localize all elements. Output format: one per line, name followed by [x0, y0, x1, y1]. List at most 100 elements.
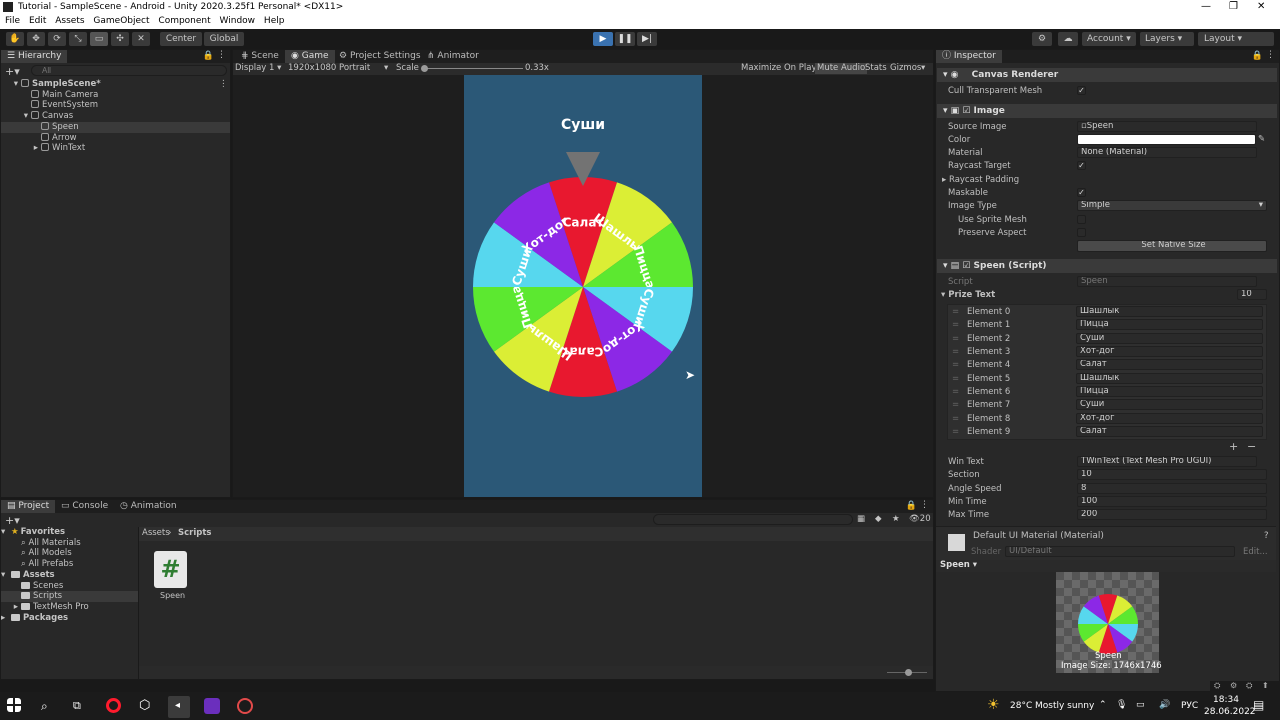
volume-icon[interactable]: 🔊: [1159, 700, 1170, 710]
help-icon[interactable]: ?: [1264, 531, 1269, 541]
element-value-field[interactable]: Салат: [1076, 426, 1263, 438]
project-tree-item[interactable]: ⌕ All Prefabs: [1, 559, 138, 570]
menu-gameobject[interactable]: GameObject: [93, 16, 149, 26]
move-tool-icon[interactable]: ✥: [27, 32, 45, 46]
drag-handle-icon[interactable]: =: [952, 360, 959, 370]
material-field[interactable]: None (Material): [1077, 147, 1257, 158]
panel-menu-icon[interactable]: ⋮: [920, 500, 929, 510]
maximize-on-play-toggle[interactable]: Maximize On Play: [741, 63, 816, 74]
breadcrumb-scripts[interactable]: Scripts: [178, 528, 211, 539]
menu-edit[interactable]: Edit: [29, 16, 46, 26]
add-icon[interactable]: +▾: [5, 65, 20, 78]
element-value-field[interactable]: Салат: [1076, 359, 1263, 371]
element-value-field[interactable]: Шашлык: [1076, 372, 1263, 384]
filter-type-icon[interactable]: ▦: [857, 514, 865, 525]
layers-dropdown[interactable]: Layers ▾: [1140, 32, 1194, 46]
foldout-icon[interactable]: ▸: [1, 143, 41, 154]
project-tree-item[interactable]: Scenes: [1, 581, 138, 592]
windows-start-icon[interactable]: [7, 698, 21, 712]
canvas-renderer-header[interactable]: ▾ ◉ Canvas Renderer: [937, 68, 1277, 82]
win-text-field[interactable]: TWinText (Text Mesh Pro UGUI): [1077, 456, 1257, 467]
gizmos-toggle[interactable]: Gizmos: [890, 63, 921, 74]
lock-icon[interactable]: 🔒: [1252, 51, 1263, 61]
project-tree-item[interactable]: ⌕ All Models: [1, 548, 138, 559]
speen-script-header[interactable]: ▾ ▤ ☑ Speen (Script): [937, 259, 1277, 273]
menu-assets[interactable]: Assets: [55, 16, 84, 26]
remove-element-button[interactable]: −: [1247, 440, 1256, 453]
foldout-icon[interactable]: ▾: [1, 79, 21, 90]
hierarchy-search-input[interactable]: [31, 65, 227, 76]
tab-project-settings[interactable]: ⚙ Project Settings: [333, 50, 427, 63]
drag-handle-icon[interactable]: =: [952, 414, 959, 424]
drag-handle-icon[interactable]: =: [952, 374, 959, 384]
tab-inspector[interactable]: ⓘ Inspector: [936, 50, 1002, 63]
element-value-field[interactable]: Пицца: [1076, 319, 1263, 331]
foldout-icon[interactable]: ▾: [1, 111, 31, 122]
source-image-field[interactable]: ▫Speen: [1077, 121, 1257, 132]
edit-shader-button[interactable]: Edit...: [1243, 547, 1268, 557]
hierarchy-item[interactable]: Speen: [1, 121, 230, 133]
pivot-center-toggle[interactable]: Center: [160, 32, 202, 46]
global-toggle[interactable]: Global: [204, 32, 244, 46]
project-search-input[interactable]: [653, 514, 853, 525]
chevron-down-icon[interactable]: ▾: [921, 63, 925, 74]
cull-transparent-mesh-checkbox[interactable]: ✓: [1077, 86, 1086, 95]
mute-audio-toggle[interactable]: Mute Audio: [815, 63, 868, 74]
element-value-field[interactable]: Пицца: [1076, 386, 1263, 398]
clock-date[interactable]: 28.06.2022: [1204, 707, 1256, 717]
icon-size-slider-handle[interactable]: [905, 669, 912, 676]
foldout-icon[interactable]: ▾: [943, 261, 948, 271]
task-view-icon[interactable]: ⧉: [73, 699, 81, 713]
unity-hub-icon[interactable]: ⬡: [139, 698, 150, 713]
project-tree-item[interactable]: Scripts: [1, 591, 138, 603]
language-indicator[interactable]: РУС: [1181, 701, 1198, 711]
unity-editor-taskbar[interactable]: ◂: [168, 696, 190, 718]
set-native-size-button[interactable]: Set Native Size: [1077, 240, 1267, 252]
raycast-padding-foldout[interactable]: ▸ Raycast Padding: [942, 175, 1019, 185]
foldout-icon[interactable]: ▸: [1, 602, 21, 613]
max-time-field[interactable]: 200: [1077, 509, 1267, 520]
panel-menu-icon[interactable]: ⋮: [1266, 50, 1275, 60]
account-dropdown[interactable]: Account ▾: [1082, 32, 1136, 46]
progress-icon[interactable]: ⚙: [1230, 681, 1237, 690]
hierarchy-item[interactable]: ▾ SampleScene*: [1, 79, 230, 90]
services-icon[interactable]: ⚙: [1032, 32, 1052, 46]
hierarchy-item[interactable]: ▾ Canvas: [1, 111, 230, 122]
element-value-field[interactable]: Хот-дог: [1076, 346, 1263, 358]
foldout-icon[interactable]: ▾: [943, 106, 948, 116]
opera-icon[interactable]: [106, 698, 121, 713]
custom-tool-icon[interactable]: ✕: [132, 32, 150, 46]
hidden-packages-count[interactable]: 👁20: [909, 514, 931, 525]
visual-studio-icon[interactable]: [204, 698, 220, 714]
csharp-script-icon[interactable]: #: [154, 551, 187, 588]
preview-dropdown[interactable]: Speen ▾: [940, 560, 977, 570]
preserve-aspect-checkbox[interactable]: [1077, 228, 1086, 237]
section-field[interactable]: 10: [1077, 469, 1267, 480]
collab-icon[interactable]: ⛭: [1214, 681, 1220, 691]
cloud-icon[interactable]: ☁: [1058, 32, 1078, 46]
foldout-icon[interactable]: ▾: [1, 570, 11, 581]
tray-chevron-icon[interactable]: ⌃: [1099, 700, 1107, 710]
eyedropper-icon[interactable]: ✎: [1258, 134, 1265, 144]
asset-speen-label[interactable]: Speen: [160, 590, 185, 601]
transform-tool-icon[interactable]: ✣: [111, 32, 129, 46]
hierarchy-item[interactable]: Main Camera: [1, 89, 230, 101]
tab-hierarchy[interactable]: ☰ Hierarchy: [1, 50, 68, 63]
network-icon[interactable]: ▭: [1136, 700, 1145, 710]
hand-tool-icon[interactable]: ✋: [6, 32, 24, 46]
maskable-checkbox[interactable]: ✓: [1077, 188, 1086, 197]
raycast-target-checkbox[interactable]: ✓: [1077, 161, 1086, 170]
minimize-icon[interactable]: —: [1201, 1, 1211, 12]
tab-animator[interactable]: ⋔ Animator: [421, 50, 485, 63]
image-enabled-checkbox[interactable]: ☑: [962, 106, 970, 116]
project-tree-item[interactable]: ▸ Packages: [1, 613, 138, 624]
layout-dropdown[interactable]: Layout ▾: [1198, 32, 1274, 46]
maximize-icon[interactable]: ❐: [1229, 1, 1238, 12]
scale-slider-handle[interactable]: [421, 65, 428, 72]
panel-menu-icon[interactable]: ⋮: [217, 50, 226, 60]
drag-handle-icon[interactable]: =: [952, 400, 959, 410]
shader-dropdown[interactable]: UI/Default: [1005, 546, 1235, 557]
foldout-icon[interactable]: ▾: [1, 527, 11, 538]
filter-label-icon[interactable]: ◆: [875, 514, 882, 525]
drag-handle-icon[interactable]: =: [952, 320, 959, 330]
